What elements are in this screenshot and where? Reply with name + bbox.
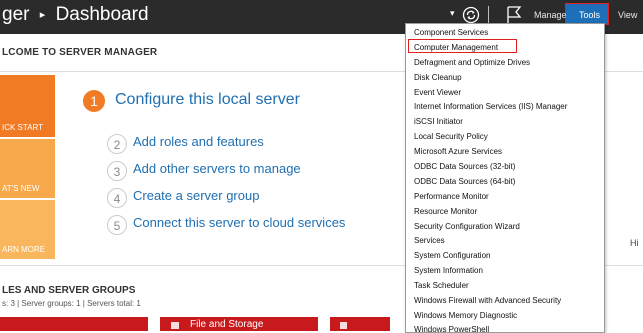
step-number-badge: 4 <box>107 188 127 208</box>
menu-item-windows-powershell[interactable]: Windows PowerShell <box>414 325 489 332</box>
file-storage-icon <box>171 322 179 329</box>
connect-cloud-services-link[interactable]: Connect this server to cloud services <box>133 215 345 230</box>
menu-item-services[interactable]: Services <box>414 236 445 245</box>
header-divider <box>488 6 489 24</box>
step-number-badge: 2 <box>107 134 127 154</box>
menu-item-component-services[interactable]: Component Services <box>414 28 488 37</box>
tile-label: AT'S NEW <box>2 184 40 193</box>
menu-item-local-security-policy[interactable]: Local Security Policy <box>414 132 488 141</box>
view-menu[interactable]: View <box>618 10 637 20</box>
file-storage-label: File and Storage <box>190 319 264 330</box>
roles-groups-heading: LES AND SERVER GROUPS <box>2 285 136 296</box>
create-server-group-link[interactable]: Create a server group <box>133 188 259 203</box>
page-title: Dashboard <box>55 4 149 25</box>
step-number-badge: 5 <box>107 215 127 235</box>
menu-item-iscsi-initiator[interactable]: iSCSI Initiator <box>414 117 463 126</box>
menu-item-system-information[interactable]: System Information <box>414 266 483 275</box>
server-icon <box>340 322 347 329</box>
step-number-badge: 3 <box>107 161 127 181</box>
refresh-icon[interactable] <box>462 6 480 24</box>
menu-item-odbc-32[interactable]: ODBC Data Sources (32-bit) <box>414 162 515 171</box>
menu-item-windows-firewall[interactable]: Windows Firewall with Advanced Security <box>414 296 561 305</box>
breadcrumb: ger ▸ Dashboard <box>2 4 149 26</box>
tools-menu[interactable]: Tools <box>579 10 600 20</box>
back-dropdown-icon[interactable]: ▾ <box>450 8 455 19</box>
welcome-heading: LCOME TO SERVER MANAGER <box>2 47 158 58</box>
menu-item-odbc-64[interactable]: ODBC Data Sources (64-bit) <box>414 177 515 186</box>
file-storage-tile[interactable]: File and Storage <box>160 317 318 331</box>
hide-link[interactable]: Hi <box>630 238 639 248</box>
tile-label: ICK START <box>2 123 44 132</box>
step-number-badge: 1 <box>83 90 105 112</box>
roles-groups-summary: s: 3 | Server groups: 1 | Servers total:… <box>2 299 141 308</box>
menu-item-resource-monitor[interactable]: Resource Monitor <box>414 207 477 216</box>
menu-item-system-configuration[interactable]: System Configuration <box>414 251 490 260</box>
menu-item-iis-manager[interactable]: Internet Information Services (IIS) Mana… <box>414 102 567 111</box>
menu-item-security-config-wizard[interactable]: Security Configuration Wizard <box>414 222 520 231</box>
server-group-tile[interactable] <box>0 317 148 331</box>
menu-item-disk-cleanup[interactable]: Disk Cleanup <box>414 73 462 82</box>
tile-quick-start[interactable]: ICK START <box>0 75 55 137</box>
server-group-tile[interactable] <box>330 317 390 331</box>
configure-local-server-link[interactable]: Configure this local server <box>115 91 300 109</box>
tools-dropdown-menu: Component Services Computer Management D… <box>405 23 605 333</box>
app-title-partial: ger <box>2 4 30 25</box>
tile-label: ARN MORE <box>2 245 46 254</box>
tile-learn-more[interactable]: ARN MORE <box>0 200 55 259</box>
add-roles-features-link[interactable]: Add roles and features <box>133 134 264 149</box>
menu-item-task-scheduler[interactable]: Task Scheduler <box>414 281 469 290</box>
breadcrumb-separator: ▸ <box>39 9 46 21</box>
menu-item-event-viewer[interactable]: Event Viewer <box>414 88 461 97</box>
add-servers-link[interactable]: Add other servers to manage <box>133 161 301 176</box>
notifications-flag-icon[interactable] <box>505 5 523 25</box>
menu-item-azure-services[interactable]: Microsoft Azure Services <box>414 147 502 156</box>
menu-item-memory-diagnostic[interactable]: Windows Memory Diagnostic <box>414 311 517 320</box>
menu-item-computer-management[interactable]: Computer Management <box>414 43 498 52</box>
menu-item-performance-monitor[interactable]: Performance Monitor <box>414 192 489 201</box>
manage-menu[interactable]: Manage <box>534 10 567 20</box>
menu-item-defragment[interactable]: Defragment and Optimize Drives <box>414 58 530 67</box>
tile-whats-new[interactable]: AT'S NEW <box>0 139 55 198</box>
